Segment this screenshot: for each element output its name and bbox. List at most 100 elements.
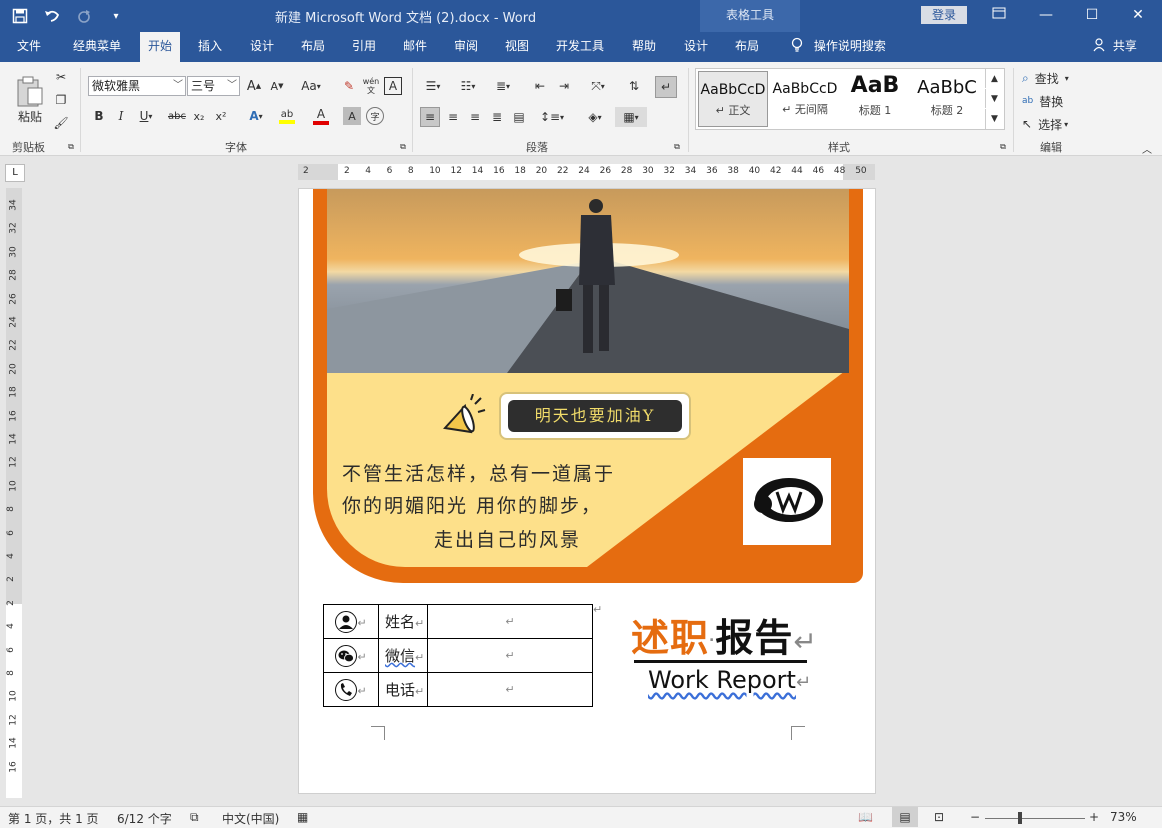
zoom-out-button[interactable]: − <box>970 810 980 824</box>
tab-classic-menu[interactable]: 经典菜单 <box>66 32 128 62</box>
tab-table-layout[interactable]: 布局 <box>727 32 767 62</box>
style-heading-2[interactable]: AaBbC 标题 2 <box>912 71 982 127</box>
clipboard-launcher-icon[interactable]: ⧉ <box>66 142 76 152</box>
qat-dropdown-icon[interactable]: ▾ <box>106 5 126 27</box>
paragraph-launcher-icon[interactable]: ⧉ <box>672 142 682 152</box>
tab-selector[interactable]: L <box>5 164 25 182</box>
tab-home[interactable]: 开始 <box>140 32 180 62</box>
tab-references[interactable]: 引用 <box>344 32 384 62</box>
styles-launcher-icon[interactable]: ⧉ <box>998 142 1008 152</box>
web-layout-icon[interactable]: ⊡ <box>934 810 944 824</box>
font-size-dropdown[interactable]: 三号 ﹀ <box>187 76 240 96</box>
close-icon[interactable]: ✕ <box>1127 4 1149 26</box>
increase-indent-icon[interactable]: ⇥ <box>554 76 574 96</box>
horizontal-ruler[interactable]: 2 2 4 6 8 10 12 14 16 18 20 22 24 26 28 30 32 34 36 38 40 42 4… <box>298 164 875 180</box>
style-heading-1[interactable]: AaB 标题 1 <box>840 71 910 127</box>
character-border-icon[interactable]: A <box>384 77 402 95</box>
highlight-icon[interactable]: ab <box>274 105 300 127</box>
styles-scroll-up-icon[interactable]: ▲ <box>985 69 1003 88</box>
poster-photo[interactable] <box>327 189 849 373</box>
font-name-dropdown[interactable]: 微软雅黑 ﹀ <box>88 76 186 96</box>
table-cell[interactable]: ↵ <box>323 672 379 707</box>
underline-button[interactable]: U ▾ <box>134 107 158 125</box>
sort-icon[interactable]: ⇅ <box>624 76 644 96</box>
table-cell[interactable]: ↵ <box>323 604 379 639</box>
page-count[interactable]: 第 1 页，共 1 页 <box>8 810 99 827</box>
zoom-slider-thumb[interactable] <box>1018 812 1022 824</box>
tab-mailings[interactable]: 邮件 <box>395 32 435 62</box>
text-effects-icon[interactable]: A ▾ <box>244 107 268 125</box>
cut-icon[interactable]: ✂ <box>52 68 70 86</box>
tab-review[interactable]: 审阅 <box>446 32 486 62</box>
change-case-button[interactable]: Aa ▾ <box>297 77 325 95</box>
bullets-icon[interactable]: ☰ ▾ <box>420 76 446 96</box>
table-cell[interactable]: ↵ <box>323 638 379 673</box>
distributed-icon[interactable]: ▤ <box>509 107 529 127</box>
print-layout-icon[interactable]: ▤ <box>892 807 918 827</box>
superscript-button[interactable]: x² <box>212 107 230 125</box>
minimize-icon[interactable]: — <box>1035 4 1057 26</box>
copy-icon[interactable]: ❐ <box>52 91 70 109</box>
align-center-icon[interactable]: ≡ <box>443 107 463 127</box>
report-title[interactable]: 述职·报告↵ <box>631 607 818 662</box>
info-table[interactable]: ↵ 姓名↵ ↵ ↵ 微信↵ ↵ ↵ 电话↵ ↵ <box>323 604 593 707</box>
tab-view[interactable]: 视图 <box>497 32 537 62</box>
find-button[interactable]: ⌕ 查找 ▾ <box>1022 68 1084 88</box>
multilevel-list-icon[interactable]: ≣ ▾ <box>490 76 516 96</box>
select-button[interactable]: ↖ 选择 ▾ <box>1022 114 1084 134</box>
phonetic-guide-button[interactable]: wén 文 <box>362 75 380 97</box>
paste-button[interactable]: 粘贴 <box>12 68 48 132</box>
align-left-icon[interactable]: ≡ <box>420 107 440 127</box>
bold-button[interactable]: B <box>90 107 108 125</box>
strikethrough-button[interactable]: abc <box>166 107 188 125</box>
shrink-font-icon[interactable]: A ▼ <box>268 77 286 95</box>
field-value-phone[interactable]: ↵ <box>427 672 593 707</box>
line-spacing-icon[interactable]: ↕≡ ▾ <box>538 107 566 127</box>
grow-font-icon[interactable]: A ▲ <box>245 77 263 95</box>
tell-me-search[interactable]: 操作说明搜索 <box>790 32 886 62</box>
tab-layout[interactable]: 布局 <box>293 32 333 62</box>
tab-insert[interactable]: 插入 <box>190 32 230 62</box>
maximize-icon[interactable]: ☐ <box>1081 4 1103 26</box>
vertical-ruler[interactable]: 34 32 30 28 26 24 22 20 18 16 14 12 10 8 6 4 2 2 4 6 8 10 12 14… <box>6 188 22 798</box>
replace-button[interactable]: ab 替换 <box>1022 91 1084 111</box>
enclose-character-icon[interactable]: 字 <box>366 107 384 125</box>
borders-icon[interactable]: ▦ ▾ <box>615 107 647 127</box>
clear-formatting-icon[interactable]: ✎ <box>340 77 358 95</box>
font-launcher-icon[interactable]: ⧉ <box>398 142 408 152</box>
language-status[interactable]: 中文(中国) <box>222 810 279 827</box>
tab-table-design[interactable]: 设计 <box>676 32 716 62</box>
undo-icon[interactable] <box>42 5 62 27</box>
shading-icon[interactable]: ◈ ▾ <box>580 107 610 127</box>
table-cell[interactable]: 电话↵ <box>378 672 428 707</box>
zoom-slider[interactable] <box>985 818 1085 819</box>
field-value-wechat[interactable]: ↵ <box>427 638 593 673</box>
table-cell[interactable]: 姓名↵ <box>378 604 428 639</box>
show-marks-icon[interactable]: ↵ <box>655 76 677 98</box>
ribbon-display-icon[interactable] <box>988 4 1010 26</box>
proofing-icon[interactable]: ⧉ <box>190 810 199 825</box>
zoom-in-button[interactable]: + <box>1089 810 1099 824</box>
login-button[interactable]: 登录 <box>921 6 967 24</box>
document-page[interactable]: 明天也要加油Y 不管生活怎样，总有一道属于 你的明媚阳光 用你的脚步， 走出自己… <box>298 188 876 794</box>
redo-icon[interactable] <box>74 5 94 27</box>
table-cell[interactable]: 微信↵ <box>378 638 428 673</box>
subscript-button[interactable]: x₂ <box>190 107 208 125</box>
save-icon[interactable] <box>10 5 30 27</box>
decrease-indent-icon[interactable]: ⇤ <box>530 76 550 96</box>
style-normal[interactable]: AaBbCcD ↵ 正文 <box>698 71 768 127</box>
asian-layout-icon[interactable]: ⤧ ▾ <box>584 76 612 96</box>
styles-scroll-down-icon[interactable]: ▼ <box>985 89 1003 108</box>
word-count[interactable]: 6/12 个字 <box>117 810 172 827</box>
collapse-ribbon-icon[interactable]: ︿ <box>1140 142 1154 156</box>
read-mode-icon[interactable]: 📖 <box>858 810 873 824</box>
justify-icon[interactable]: ≣ <box>487 107 507 127</box>
font-color-icon[interactable]: A <box>308 105 334 127</box>
tab-file[interactable]: 文件 <box>6 32 52 62</box>
format-painter-icon[interactable]: 🖌 <box>52 114 70 132</box>
zoom-level[interactable]: 73% <box>1110 810 1137 824</box>
styles-more-icon[interactable]: ▼ <box>985 109 1003 129</box>
share-button[interactable]: 共享 <box>1093 32 1137 62</box>
macro-record-icon[interactable]: ▦ <box>297 810 308 824</box>
character-shading-icon[interactable]: A <box>343 107 361 125</box>
